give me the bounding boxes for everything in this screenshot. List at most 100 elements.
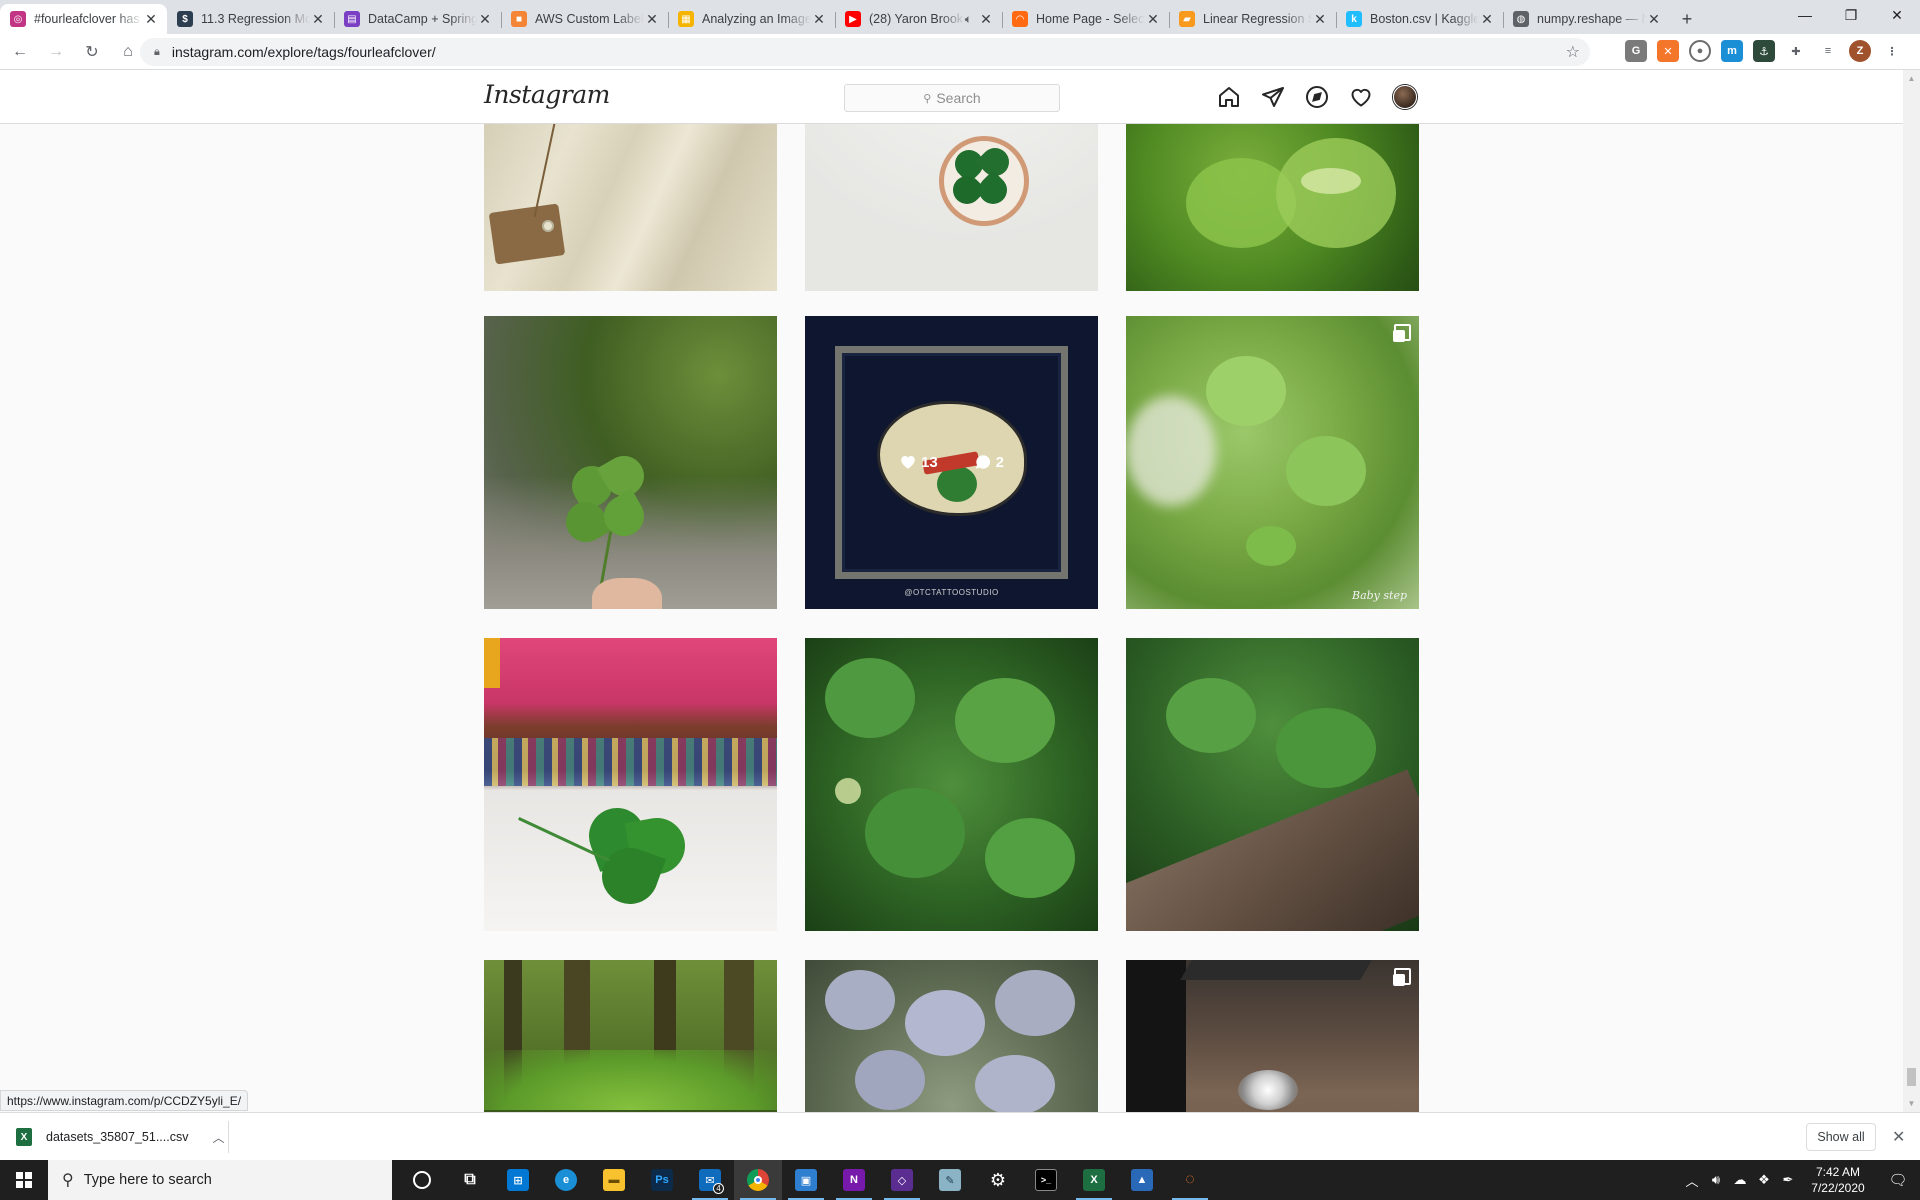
close-tab-icon[interactable]: ✕ [1312, 11, 1328, 27]
photos-icon[interactable]: ▣ [782, 1160, 830, 1200]
pen-icon[interactable]: ✒ [1776, 1172, 1800, 1188]
show-all-downloads-button[interactable]: Show all [1806, 1123, 1876, 1151]
browser-tab[interactable]: ■ AWS Custom Labels ✕ [501, 4, 668, 34]
browser-tab[interactable]: ▤ DataCamp + Spring ✕ [334, 4, 501, 34]
bookmark-star-icon[interactable]: ☆ [1566, 42, 1580, 62]
explore-compass-icon[interactable] [1305, 85, 1329, 109]
instagram-logo[interactable]: Instagram [484, 80, 610, 109]
comments-count: 2 [995, 453, 1005, 471]
close-tab-icon[interactable]: ✕ [310, 11, 326, 27]
onedrive-icon[interactable]: ☁ [1728, 1172, 1752, 1188]
close-tab-icon[interactable]: ✕ [143, 11, 159, 27]
terminal-icon[interactable]: >_ [1022, 1160, 1070, 1200]
scroll-down-arrow-icon[interactable]: ▼ [1903, 1095, 1920, 1112]
download-item[interactable]: X datasets_35807_51....csv ︿ [16, 1123, 224, 1151]
chrome-icon[interactable] [734, 1160, 782, 1200]
post-tile-clover-in-planter[interactable] [1126, 638, 1419, 931]
jupyter-icon[interactable]: ◌ [1166, 1160, 1214, 1200]
post-tile-clover-patch[interactable] [805, 638, 1098, 931]
browser-tab[interactable]: ◍ numpy.reshape — N ✕ [1503, 4, 1670, 34]
blue-ext-icon[interactable]: m [1721, 40, 1743, 62]
circle-ext-icon[interactable]: ● [1689, 40, 1711, 62]
store-icon[interactable]: ⊞ [494, 1160, 542, 1200]
browser-tab[interactable]: ◠ Home Page - Select ✕ [1002, 4, 1169, 34]
sheet-icon: ▤ [344, 11, 360, 27]
post-tile-clover-on-marble[interactable] [484, 638, 777, 931]
edge-icon[interactable]: e [542, 1160, 590, 1200]
visual-studio-icon[interactable]: ◇ [878, 1160, 926, 1200]
onenote-icon[interactable]: N [830, 1160, 878, 1200]
close-tab-icon[interactable]: ✕ [1479, 11, 1495, 27]
post-tile-purple-clover[interactable] [805, 960, 1098, 1112]
close-tab-icon[interactable]: ✕ [1145, 11, 1161, 27]
mail-icon[interactable]: ✉ 4 [686, 1160, 734, 1200]
close-window-icon[interactable]: ✕ [1874, 0, 1920, 30]
cortana-icon[interactable] [398, 1160, 446, 1200]
profile-icon[interactable]: Z [1849, 40, 1871, 62]
green-ext-icon[interactable]: ⚓ [1753, 40, 1775, 62]
orange-ext-icon[interactable]: ✕ [1657, 40, 1679, 62]
scroll-thumb[interactable] [1907, 1068, 1916, 1086]
playlist-icon[interactable]: ≡ [1817, 40, 1839, 62]
post-tile-tag-bag[interactable] [484, 124, 777, 291]
grammar-ext-icon[interactable]: G [1625, 40, 1647, 62]
dropbox-icon[interactable]: ❖ [1752, 1172, 1776, 1188]
profile-avatar[interactable] [1393, 85, 1417, 109]
close-tab-icon[interactable]: ✕ [477, 11, 493, 27]
back-arrow-icon[interactable]: ← [4, 38, 36, 66]
post-tile-clover-soft-focus[interactable]: Baby step [1126, 316, 1419, 609]
home-icon[interactable] [1217, 85, 1241, 109]
page-scrollbar[interactable]: ▲ ▼ [1903, 70, 1920, 1112]
post-tile-clover-leaves-close[interactable] [1126, 124, 1419, 291]
browser-tab[interactable]: ▦ Analyzing an Image ✕ [668, 4, 835, 34]
chevron-up-icon[interactable]: ︿ [212, 1129, 224, 1146]
carousel-icon [1393, 968, 1411, 986]
post-tile-glitter-wood[interactable] [1126, 960, 1419, 1112]
close-tab-icon[interactable]: ✕ [644, 11, 660, 27]
restore-icon[interactable]: ❐ [1828, 0, 1874, 30]
new-tab-icon[interactable]: + [1670, 4, 1704, 34]
notification-center-icon[interactable]: 🗨︎ [1876, 1171, 1920, 1189]
clock[interactable]: 7:42 AM 7/22/2020 [1800, 1164, 1876, 1196]
minimize-icon[interactable]: — [1782, 0, 1828, 30]
forward-arrow-icon[interactable]: → [40, 38, 72, 66]
taskbar-search-box[interactable]: ⚲ Type here to search [48, 1160, 392, 1200]
browser-tab[interactable]: ◎ #fourleafclover has ✕ [0, 4, 167, 34]
browser-tab[interactable]: $11.3 Regression Mo ✕ [167, 4, 334, 34]
volume-icon[interactable]: 🔊︎ [1704, 1172, 1728, 1188]
close-tab-icon[interactable]: ✕ [978, 11, 994, 27]
direct-message-icon[interactable] [1261, 85, 1285, 109]
browser-tab[interactable]: k Boston.csv | Kaggle ✕ [1336, 4, 1503, 34]
tab-audio-icon[interactable]: 🔈︎ [965, 12, 972, 27]
settings-gear-icon[interactable]: ⚙ [974, 1160, 1022, 1200]
browser-tab[interactable]: ▰ Linear Regression Si ✕ [1169, 4, 1336, 34]
close-tab-icon[interactable]: ✕ [1646, 11, 1662, 27]
windows-taskbar: ⚲ Type here to search ⧉ ⊞ e ▬ Ps ✉ 4 ▣ N… [0, 1160, 1920, 1200]
tray-expand-chevron-icon[interactable]: ︿ [1680, 1171, 1704, 1190]
notepad-icon[interactable]: ✎ [926, 1160, 974, 1200]
likes-count: 13 [920, 453, 938, 471]
photo-viewer-icon[interactable]: ▲ [1118, 1160, 1166, 1200]
excel-icon[interactable]: X [1070, 1160, 1118, 1200]
reload-icon[interactable]: ↻ [76, 38, 108, 66]
post-tile-good-luck-tattoo[interactable]: 13 2 @OTCTATTOOSTUDIO [805, 316, 1098, 609]
activity-heart-icon[interactable] [1349, 85, 1373, 109]
file-explorer-icon[interactable]: ▬ [590, 1160, 638, 1200]
post-tile-mossy-forest[interactable] [484, 960, 777, 1112]
more-icon[interactable]: ⋮ [1881, 40, 1903, 62]
puzzle-icon[interactable]: ✚ [1785, 40, 1807, 62]
photoshop-icon[interactable]: Ps [638, 1160, 686, 1200]
tab-title: (28) Yaron Brook [869, 12, 964, 26]
close-download-shelf-icon[interactable]: ✕ [1892, 1127, 1905, 1147]
browser-tab[interactable]: ▶ (28) Yaron Brook 🔈︎ ✕ [835, 4, 1002, 34]
start-button[interactable] [0, 1160, 48, 1200]
task-view-icon[interactable]: ⧉ [446, 1160, 494, 1200]
search-input[interactable]: ⚲ Search [844, 84, 1060, 112]
aws-cube-icon: ■ [511, 11, 527, 27]
post-tile-clover-pendant[interactable] [805, 124, 1098, 291]
scroll-up-arrow-icon[interactable]: ▲ [1903, 70, 1920, 87]
close-tab-icon[interactable]: ✕ [811, 11, 827, 27]
post-tile-hand-holding-clover[interactable] [484, 316, 777, 609]
tab-strip: ◎ #fourleafclover has ✕ $11.3 Regression Mo… [0, 0, 1920, 34]
address-bar[interactable]: 🔒︎ instagram.com/explore/tags/fourleafcl… [140, 38, 1590, 66]
